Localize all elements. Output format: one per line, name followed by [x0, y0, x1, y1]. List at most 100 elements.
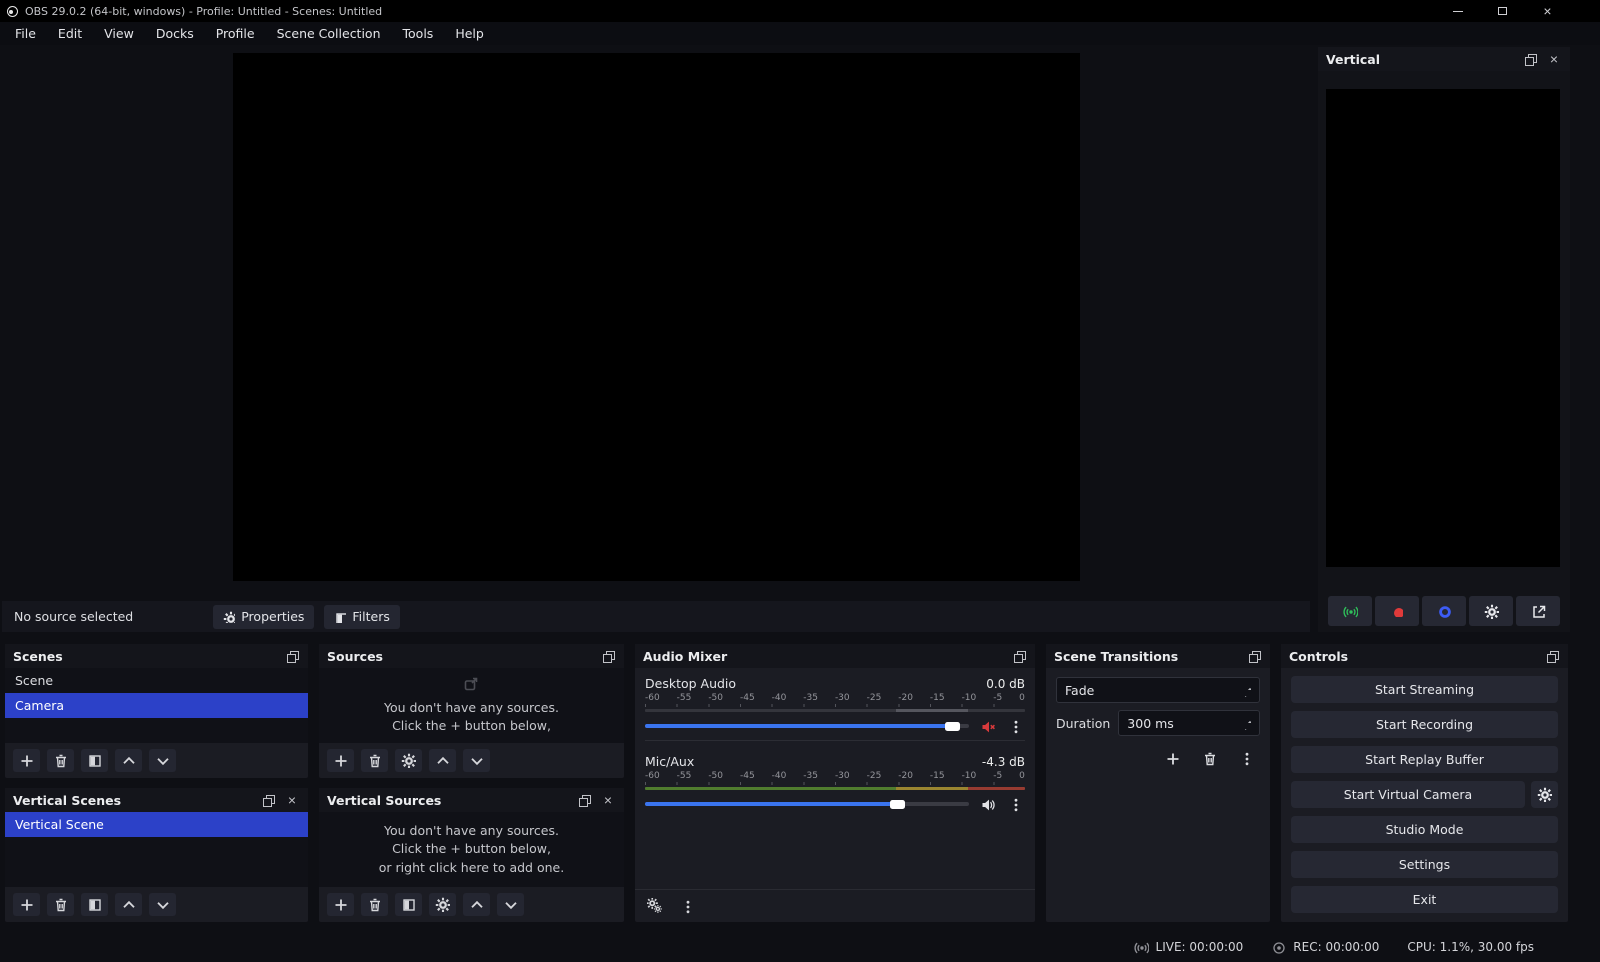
scene-item-selected[interactable]: Vertical Scene — [5, 812, 308, 837]
popout-icon[interactable] — [1246, 648, 1262, 664]
start-streaming-button[interactable]: Start Streaming — [1291, 676, 1558, 703]
program-preview[interactable] — [233, 53, 1080, 581]
scenes-dock-header: Scenes — [5, 644, 308, 668]
record-dot-icon — [1273, 941, 1285, 954]
scenes-dock: Scenes Scene Camera — [5, 644, 308, 778]
tick-label: -5 — [993, 693, 1003, 703]
channel-name: Mic/Aux — [645, 754, 695, 769]
popout-icon[interactable] — [1544, 648, 1560, 664]
kebab-icon — [686, 900, 690, 913]
channel-name: Desktop Audio — [645, 676, 737, 691]
maximize-button[interactable] — [1480, 0, 1525, 22]
remove-scene-button[interactable] — [47, 749, 74, 772]
vertical-sources-empty-state[interactable]: You don't have any sources. Click the + … — [319, 812, 624, 887]
source-filters-button[interactable] — [395, 893, 422, 916]
chevron-up-icon[interactable] — [1242, 684, 1251, 690]
menu-tools[interactable]: Tools — [392, 22, 445, 45]
remove-source-button[interactable] — [361, 893, 388, 916]
popout-icon[interactable] — [1011, 648, 1027, 664]
add-scene-button[interactable] — [13, 749, 40, 772]
remove-source-button[interactable] — [361, 749, 388, 772]
vertical-preview[interactable] — [1326, 89, 1560, 567]
menu-help[interactable]: Help — [444, 22, 495, 45]
move-source-down-button[interactable] — [463, 749, 490, 772]
transition-select[interactable]: Fade — [1056, 677, 1260, 703]
start-recording-button[interactable]: Start Recording — [1291, 711, 1558, 738]
chevron-up-icon[interactable] — [1242, 717, 1251, 723]
mute-button[interactable] — [977, 716, 997, 736]
channel-menu-button[interactable] — [1005, 716, 1025, 736]
dock-close-icon[interactable]: × — [600, 792, 616, 808]
source-properties-button[interactable] — [395, 749, 422, 772]
slider-handle[interactable] — [889, 799, 905, 809]
chevron-down-icon[interactable] — [1242, 691, 1251, 697]
dock-close-icon[interactable]: × — [1546, 51, 1562, 67]
tick-label: -15 — [929, 771, 945, 781]
scene-filters-button[interactable] — [81, 749, 108, 772]
move-scene-up-button[interactable] — [115, 893, 142, 916]
menu-scene-collection[interactable]: Scene Collection — [266, 22, 392, 45]
scene-filters-button[interactable] — [81, 893, 108, 916]
remove-scene-button[interactable] — [47, 893, 74, 916]
move-scene-up-button[interactable] — [115, 749, 142, 772]
vertical-stream-button[interactable] — [1328, 596, 1372, 626]
add-source-button[interactable] — [327, 893, 354, 916]
volume-slider[interactable] — [645, 799, 969, 809]
vertical-dock-title: Vertical — [1326, 51, 1381, 67]
sources-empty-state[interactable]: You don't have any sources. Click the + … — [319, 668, 624, 743]
divider — [645, 740, 1025, 741]
studio-mode-button[interactable]: Studio Mode — [1291, 816, 1558, 843]
scene-item[interactable]: Scene — [5, 668, 308, 693]
volume-slider-row — [645, 716, 1025, 736]
vertical-record-button[interactable] — [1375, 596, 1419, 626]
tick-label: -25 — [866, 771, 882, 781]
menu-docks[interactable]: Docks — [145, 22, 205, 45]
move-source-down-button[interactable] — [497, 893, 524, 916]
virtual-camera-settings-button[interactable] — [1531, 781, 1558, 808]
popout-icon[interactable] — [260, 792, 276, 808]
scene-item-selected[interactable]: Camera — [5, 693, 308, 718]
popout-icon[interactable] — [576, 792, 592, 808]
plus-icon — [20, 898, 34, 912]
menu-edit[interactable]: Edit — [47, 22, 93, 45]
transition-menu-button[interactable] — [1234, 746, 1258, 770]
start-virtual-camera-button[interactable]: Start Virtual Camera — [1291, 781, 1525, 808]
settings-button[interactable]: Settings — [1291, 851, 1558, 878]
audio-mixer-title: Audio Mixer — [643, 648, 728, 664]
mixer-menu-button[interactable] — [680, 899, 695, 914]
slider-handle[interactable] — [944, 721, 960, 731]
menu-file[interactable]: File — [4, 22, 47, 45]
advanced-audio-button[interactable] — [647, 898, 664, 915]
chevron-down-icon[interactable] — [1242, 724, 1251, 730]
vertical-backtrack-button[interactable] — [1422, 596, 1466, 626]
remove-transition-button[interactable] — [1197, 746, 1221, 770]
exit-button[interactable]: Exit — [1291, 886, 1558, 913]
minimize-button[interactable] — [1435, 0, 1480, 22]
close-button[interactable]: × — [1525, 0, 1570, 22]
add-scene-button[interactable] — [13, 893, 40, 916]
source-properties-button[interactable] — [429, 893, 456, 916]
volume-slider[interactable] — [645, 721, 969, 731]
properties-button[interactable]: Properties — [213, 604, 315, 629]
menu-profile[interactable]: Profile — [205, 22, 266, 45]
move-scene-down-button[interactable] — [149, 749, 176, 772]
tick-label: -10 — [961, 771, 977, 781]
move-source-up-button[interactable] — [429, 749, 456, 772]
duration-spinbox[interactable]: 300 ms — [1118, 710, 1260, 736]
popout-icon[interactable] — [1522, 51, 1538, 67]
dock-close-icon[interactable]: × — [284, 792, 300, 808]
filters-button[interactable]: Filters — [324, 604, 400, 629]
add-source-button[interactable] — [327, 749, 354, 772]
popout-icon[interactable] — [284, 648, 300, 664]
move-scene-down-button[interactable] — [149, 893, 176, 916]
chevron-down-icon — [157, 901, 169, 909]
vertical-settings-button[interactable] — [1469, 596, 1513, 626]
channel-menu-button[interactable] — [1005, 794, 1025, 814]
mute-button[interactable] — [977, 794, 997, 814]
vertical-share-button[interactable] — [1516, 596, 1560, 626]
popout-icon[interactable] — [600, 648, 616, 664]
add-transition-button[interactable] — [1160, 746, 1184, 770]
menu-view[interactable]: View — [93, 22, 145, 45]
move-source-up-button[interactable] — [463, 893, 490, 916]
start-replay-buffer-button[interactable]: Start Replay Buffer — [1291, 746, 1558, 773]
